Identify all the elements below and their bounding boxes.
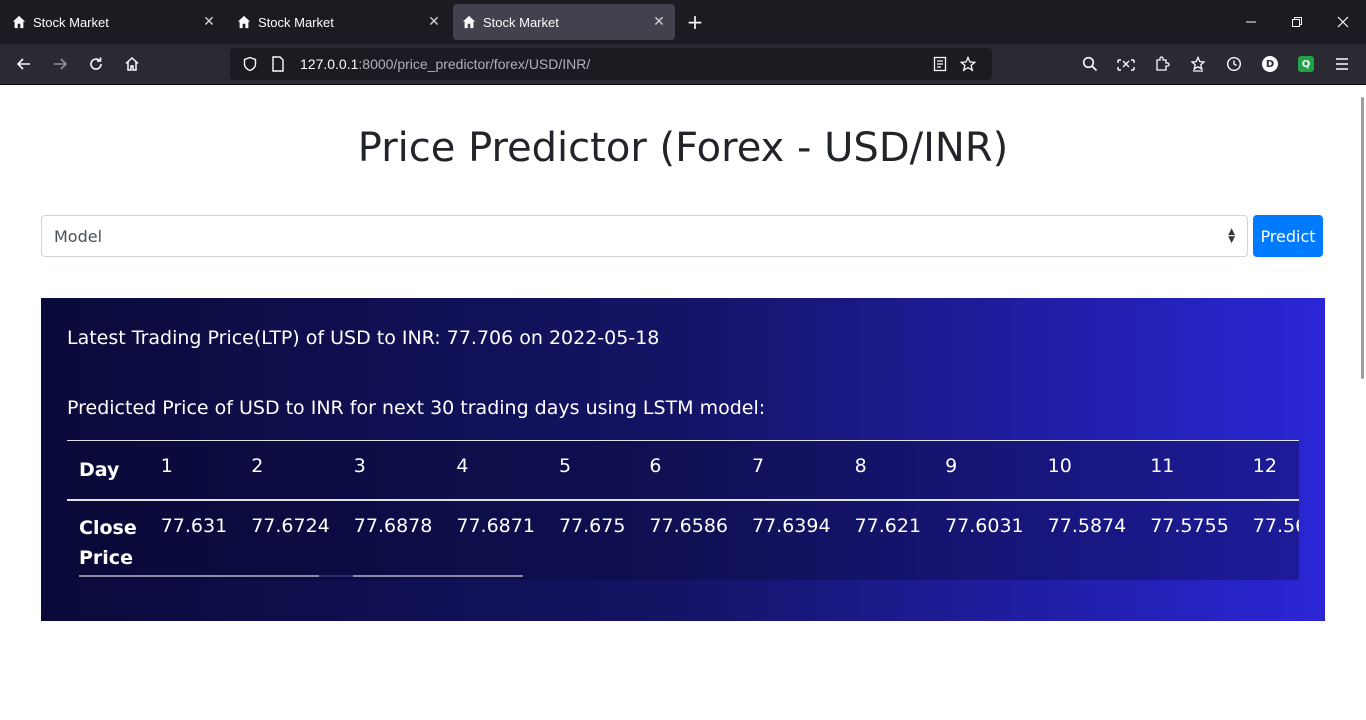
day-cell: 8 — [854, 455, 867, 477]
search-icon[interactable] — [1072, 48, 1108, 80]
bookmarks-star-list-icon[interactable] — [1180, 48, 1216, 80]
model-select-value: Model — [54, 226, 103, 246]
day-cell: 2 — [251, 455, 264, 477]
home-icon[interactable] — [114, 48, 150, 80]
price-cell: 77.6394 — [752, 515, 831, 537]
price-cell: 77.5755 — [1150, 515, 1229, 537]
restore-icon[interactable] — [1274, 0, 1320, 44]
price-cell: 77.6724 — [251, 515, 330, 537]
day-cell: 12 — [1252, 455, 1277, 477]
reader-view-icon[interactable] — [928, 52, 952, 76]
predict-button[interactable]: Predict — [1253, 215, 1323, 257]
browser-tab-2[interactable]: Stock Market ✕ — [228, 4, 450, 40]
price-cell: 77.6878 — [353, 515, 433, 537]
new-tab-button[interactable]: + — [679, 6, 711, 38]
day-cell: 6 — [649, 455, 662, 477]
bookmark-star-icon[interactable] — [956, 52, 980, 76]
url-host: 127.0.0.1 — [300, 56, 359, 72]
extension-initial: Q — [1298, 56, 1314, 72]
profile-avatar[interactable]: D — [1252, 48, 1288, 80]
prediction-table: Day 12345678910111213 Close Price 77.631… — [67, 440, 1299, 580]
price-cell: 77.675 — [558, 515, 626, 537]
prediction-panel: Latest Trading Price(LTP) of USD to INR:… — [41, 298, 1325, 621]
select-arrows-icon: ▲ ▼ — [1228, 227, 1235, 245]
day-cell: 3 — [353, 455, 366, 477]
home-favicon-icon — [461, 14, 477, 30]
reload-icon[interactable] — [78, 48, 114, 80]
day-cell: 7 — [752, 455, 765, 477]
profile-initial: D — [1262, 56, 1278, 72]
page-vertical-scrollbar[interactable] — [1361, 97, 1364, 379]
price-cell: 77.6871 — [456, 515, 535, 537]
browser-tab-bar: Stock Market ✕ Stock Market ✕ Stock Mark… — [0, 0, 1366, 44]
table-horizontal-scrollbar[interactable] — [79, 575, 523, 577]
price-cell: 77.6031 — [945, 515, 1024, 537]
page-content: Price Predictor (Forex - USD/INR) Model … — [0, 85, 1366, 720]
shield-icon[interactable] — [238, 52, 262, 76]
prediction-table-container[interactable]: Day 12345678910111213 Close Price 77.631… — [67, 440, 1299, 580]
url-text[interactable]: 127.0.0.1:8000/price_predictor/forex/USD… — [300, 56, 928, 72]
price-cell: 77.6586 — [649, 515, 728, 537]
url-path: :8000/price_predictor/forex/USD/INR/ — [358, 56, 591, 72]
browser-nav-bar: 127.0.0.1:8000/price_predictor/forex/USD… — [0, 44, 1366, 85]
forward-arrow-icon[interactable] — [42, 48, 78, 80]
day-cell: 4 — [456, 455, 469, 477]
hamburger-menu-icon[interactable] — [1324, 48, 1360, 80]
price-cell: 77.5635 — [1252, 515, 1299, 537]
day-cell: 1 — [160, 455, 173, 477]
day-cell: 10 — [1047, 455, 1072, 477]
close-window-icon[interactable] — [1320, 0, 1366, 44]
back-arrow-icon[interactable] — [6, 48, 42, 80]
tab-title: Stock Market — [258, 14, 334, 30]
home-favicon-icon — [11, 14, 27, 30]
history-clock-icon[interactable] — [1216, 48, 1252, 80]
page-title: Price Predictor (Forex - USD/INR) — [357, 125, 1009, 171]
page-info-icon[interactable] — [266, 52, 290, 76]
url-bar[interactable]: 127.0.0.1:8000/price_predictor/forex/USD… — [230, 48, 992, 80]
model-select[interactable]: Model ▲ ▼ — [41, 215, 1248, 257]
price-cell: 77.621 — [854, 515, 922, 537]
close-price-row-label: Close Price — [79, 517, 137, 569]
prediction-heading: Predicted Price of USD to INR for next 3… — [67, 397, 766, 419]
minimize-icon[interactable] — [1228, 0, 1274, 44]
ltp-text: Latest Trading Price(LTP) of USD to INR:… — [67, 327, 660, 349]
price-cell: 77.5874 — [1047, 515, 1127, 537]
close-tab-icon[interactable]: ✕ — [651, 14, 667, 30]
day-cell: 11 — [1150, 455, 1175, 477]
browser-tab-1[interactable]: Stock Market ✕ — [3, 4, 225, 40]
tab-title: Stock Market — [33, 14, 109, 30]
window-controls — [1228, 0, 1366, 44]
day-row-label: Day — [79, 459, 120, 481]
screenshot-icon[interactable] — [1108, 48, 1144, 80]
close-price-row: Close Price 77.631 77.6724 77.6878 77.6871 7… — [67, 500, 1299, 580]
close-tab-icon[interactable]: ✕ — [201, 14, 217, 30]
close-tab-icon[interactable]: ✕ — [426, 14, 442, 30]
browser-tab-3-active[interactable]: Stock Market ✕ — [453, 4, 675, 40]
extension-q-icon[interactable]: Q — [1288, 48, 1324, 80]
home-favicon-icon — [236, 14, 252, 30]
day-cell: 5 — [558, 455, 572, 477]
day-cell: 9 — [945, 455, 958, 477]
tab-title: Stock Market — [483, 14, 559, 30]
toolbar-right: D Q — [1072, 48, 1360, 80]
day-header-row: Day 12345678910111213 — [67, 441, 1299, 500]
extensions-puzzle-icon[interactable] — [1144, 48, 1180, 80]
scrollbar-thumb[interactable] — [319, 575, 353, 577]
price-cell: 77.631 — [160, 515, 228, 537]
